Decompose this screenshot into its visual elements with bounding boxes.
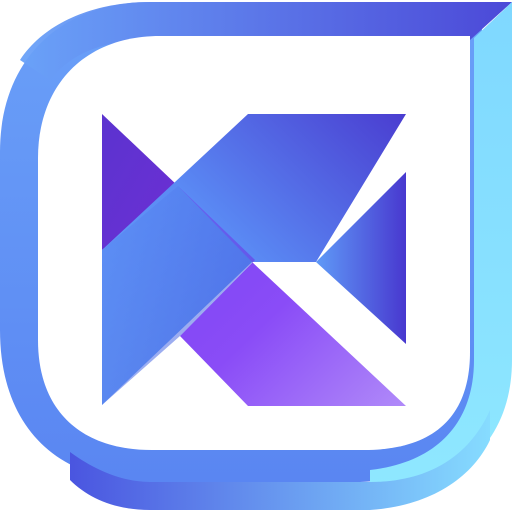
app-logo-canvas [0,0,512,512]
k-logo-icon [0,2,512,510]
